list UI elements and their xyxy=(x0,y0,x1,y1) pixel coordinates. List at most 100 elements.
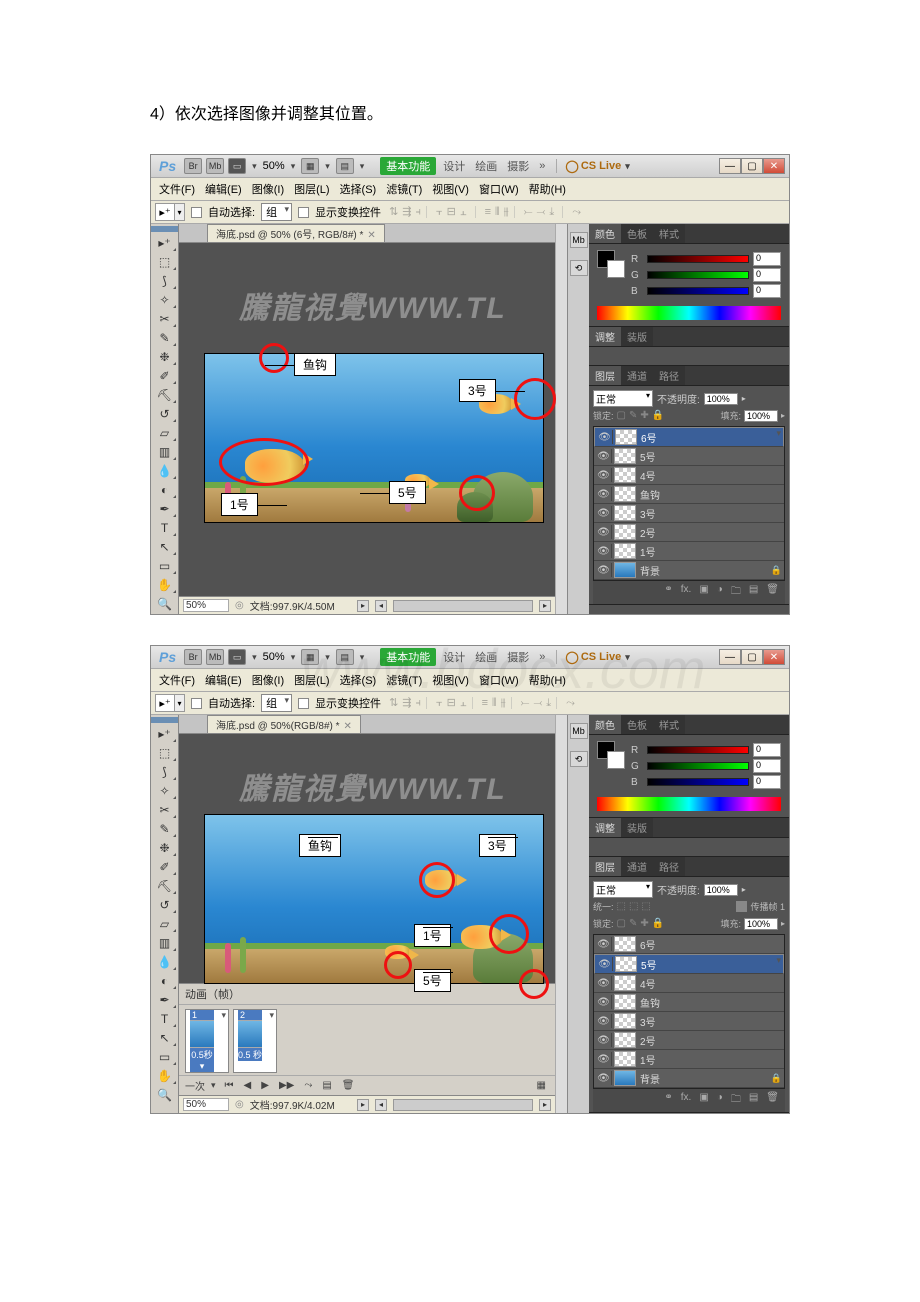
workspace-more[interactable]: » xyxy=(536,160,548,172)
canvas-stage[interactable]: 騰龍視覺WWW.TL xyxy=(179,243,555,596)
move-tool[interactable]: ▸⁺ xyxy=(153,234,177,252)
minibridge-icon[interactable]: Mb xyxy=(206,158,224,174)
bridge-icon[interactable]: Br xyxy=(184,158,202,174)
hscroll[interactable] xyxy=(393,600,533,612)
view-extras-icon[interactable]: ▤ xyxy=(336,158,354,174)
menu-layer[interactable]: 图层(L) xyxy=(290,180,333,198)
loop-select[interactable]: 一次 xyxy=(185,1078,205,1093)
zoom-level[interactable]: 50% xyxy=(263,160,285,172)
brush-tool[interactable]: ✐ xyxy=(153,367,177,385)
lock-pixels-icon[interactable]: ▢ xyxy=(617,410,626,421)
dodge-tool[interactable]: ◐ xyxy=(153,481,177,499)
current-tool-icon[interactable]: ▸⁺▾ xyxy=(155,203,185,221)
eraser-tool[interactable]: ▱ xyxy=(153,424,177,442)
lock-all-icon[interactable]: 🔒 xyxy=(652,410,664,421)
lasso-tool[interactable]: ⟆ xyxy=(153,272,177,290)
hue-ramp[interactable] xyxy=(597,306,781,320)
first-frame-icon[interactable]: ⏮ xyxy=(222,1080,237,1091)
b-value[interactable]: 0 xyxy=(753,284,781,298)
arrange-docs-icon[interactable]: ▦ xyxy=(301,158,319,174)
zoom-field[interactable]: 50% xyxy=(183,599,229,612)
stamp-tool[interactable]: ⛏ xyxy=(153,386,177,404)
screenmode-icon[interactable]: ▭ xyxy=(228,158,246,174)
vertical-scrollbar[interactable] xyxy=(555,224,567,614)
window-maximize[interactable]: ▢ xyxy=(741,158,763,174)
crop-tool[interactable]: ✂ xyxy=(153,310,177,328)
screenmode-icon[interactable]: ▭ xyxy=(228,649,246,665)
workspace-paint[interactable]: 绘画 xyxy=(472,158,500,174)
tab-layers[interactable]: 图层 xyxy=(589,366,621,385)
cslive-button[interactable]: CS Live▾ xyxy=(565,159,631,173)
auto-select-dropdown[interactable]: 组 xyxy=(261,203,292,221)
adjust-layer-icon[interactable]: ◑ xyxy=(715,584,725,601)
scroll-left-icon[interactable]: ◂ xyxy=(375,600,387,612)
layer-item-4[interactable]: 👁4号 xyxy=(594,466,784,485)
pen-tool[interactable]: ✒ xyxy=(153,500,177,518)
arrange-docs-icon[interactable]: ▦ xyxy=(301,649,319,665)
marquee-tool[interactable]: ⬚ xyxy=(153,253,177,271)
menu-view[interactable]: 视图(V) xyxy=(428,180,473,198)
path-tool[interactable]: ↖ xyxy=(153,538,177,556)
window-minimize[interactable]: — xyxy=(719,158,741,174)
tab-mask[interactable]: 装版 xyxy=(621,327,653,346)
history-brush-tool[interactable]: ↺ xyxy=(153,405,177,423)
layer-item-6[interactable]: 👁6号 xyxy=(594,427,784,447)
eyedropper-tool[interactable]: ✎ xyxy=(153,329,177,347)
document-tab[interactable]: 海底.psd @ 50% (6号, RGB/8#) *✕ xyxy=(207,224,385,242)
trash-frame-icon[interactable]: 🗑 xyxy=(339,1080,358,1091)
tween-icon[interactable]: ⤳ xyxy=(301,1080,315,1091)
layer-item-2[interactable]: 👁2号 xyxy=(594,523,784,542)
view-extras-icon[interactable]: ▤ xyxy=(336,649,354,665)
g-value[interactable]: 0 xyxy=(753,268,781,282)
opacity-field[interactable]: 100% xyxy=(704,393,738,405)
status-more-icon[interactable]: ▸ xyxy=(357,600,369,612)
menu-image[interactable]: 图像(I) xyxy=(248,180,288,198)
blend-mode-select[interactable]: 正常 xyxy=(593,390,653,407)
tab-swatches[interactable]: 色板 xyxy=(621,224,653,243)
mini-mb-icon[interactable]: Mb xyxy=(570,232,588,248)
layer-item-hook[interactable]: 👁鱼钩 xyxy=(594,485,784,504)
gamut-icon[interactable]: ◎ xyxy=(235,600,244,611)
next-frame-icon[interactable]: ▶▶ xyxy=(276,1080,297,1091)
r-slider[interactable] xyxy=(647,255,749,263)
layer-item-3[interactable]: 👁3号 xyxy=(594,504,784,523)
fg-bg-swatch[interactable] xyxy=(597,250,625,278)
new-frame-icon[interactable]: ▤ xyxy=(319,1080,334,1091)
hand-tool[interactable]: ✋ xyxy=(153,576,177,594)
menu-help[interactable]: 帮助(H) xyxy=(525,180,570,198)
anim-frame-2[interactable]: 20.5 秒 xyxy=(233,1009,277,1073)
scroll-right-icon[interactable]: ▸ xyxy=(539,600,551,612)
timeline-toggle-icon[interactable]: ▦ xyxy=(534,1080,549,1091)
workspace-design[interactable]: 设计 xyxy=(440,158,468,174)
lock-paint-icon[interactable]: ✎ xyxy=(629,410,637,421)
tab-paths[interactable]: 路径 xyxy=(653,366,685,385)
layer-item-1[interactable]: 👁1号 xyxy=(594,542,784,561)
r-value[interactable]: 0 xyxy=(753,252,781,266)
lock-pos-icon[interactable]: ✚ xyxy=(640,410,648,421)
wand-tool[interactable]: ✧ xyxy=(153,291,177,309)
shape-tool[interactable]: ▭ xyxy=(153,557,177,575)
menu-window[interactable]: 窗口(W) xyxy=(475,180,523,198)
window-close[interactable]: ✕ xyxy=(763,158,785,174)
tab-color[interactable]: 颜色 xyxy=(589,224,621,243)
link-layers-icon[interactable]: ⚭ xyxy=(662,584,674,601)
menu-filter[interactable]: 滤镜(T) xyxy=(382,180,426,198)
zoom-tool[interactable]: 🔍 xyxy=(153,595,177,613)
b-slider[interactable] xyxy=(647,287,749,295)
anim-frame-1[interactable]: 10.5秒▾ xyxy=(185,1009,229,1073)
gradient-tool[interactable]: ▥ xyxy=(153,443,177,461)
bridge-icon[interactable]: Br xyxy=(184,649,202,665)
heal-tool[interactable]: ❉ xyxy=(153,348,177,366)
new-layer-icon[interactable]: ▤ xyxy=(747,584,760,601)
fx-icon[interactable]: fx. xyxy=(679,584,694,601)
auto-select-checkbox[interactable] xyxy=(191,207,202,218)
g-slider[interactable] xyxy=(647,271,749,279)
minibridge-icon[interactable]: Mb xyxy=(206,649,224,665)
play-icon[interactable]: ▶ xyxy=(258,1080,272,1091)
visibility-icon[interactable]: 👁 xyxy=(597,430,613,444)
workspace-photo[interactable]: 摄影 xyxy=(504,158,532,174)
tab-adjust[interactable]: 调整 xyxy=(589,327,621,346)
group-icon[interactable]: 🗀 xyxy=(729,584,743,601)
trash-icon[interactable]: 🗑 xyxy=(764,584,781,601)
layer-item-5[interactable]: 👁5号 xyxy=(594,447,784,466)
